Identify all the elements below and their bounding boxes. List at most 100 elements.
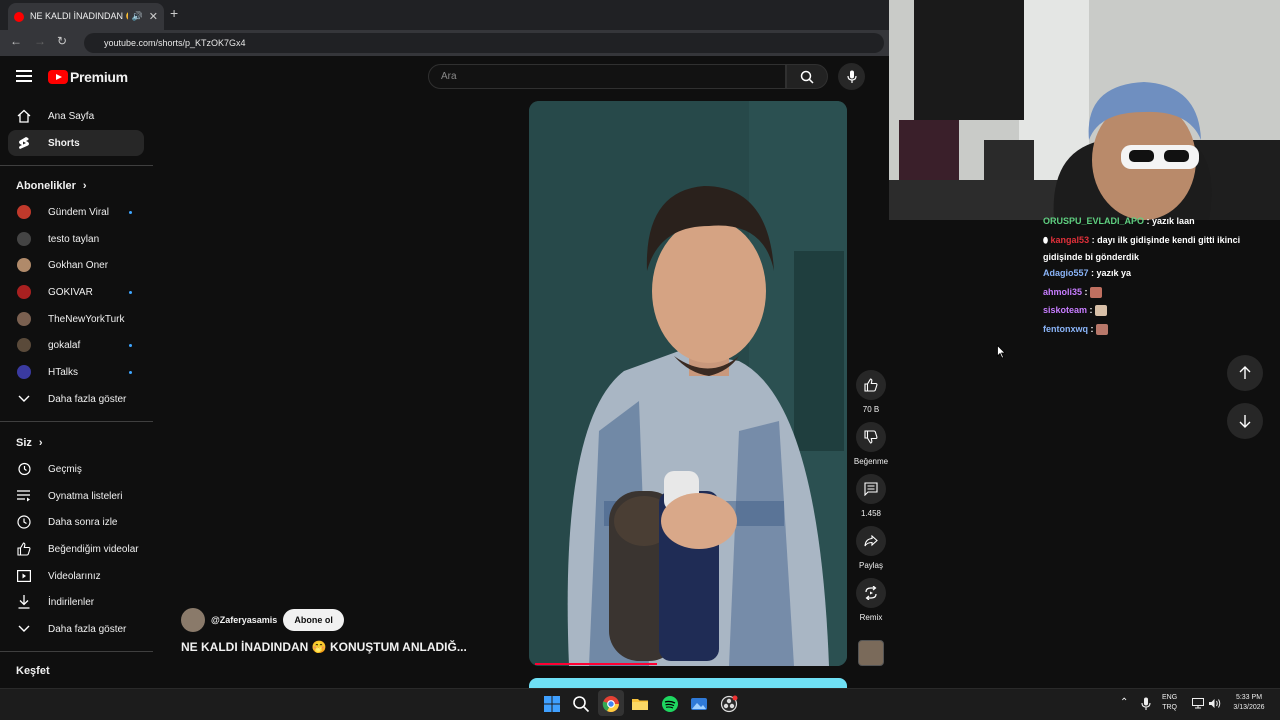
you-title: Siz bbox=[16, 437, 32, 449]
network-icon[interactable] bbox=[1192, 698, 1204, 709]
divider bbox=[0, 651, 153, 652]
sidebar-item-subscription[interactable]: Gündem Viral bbox=[8, 199, 144, 225]
arrow-down-icon bbox=[1239, 415, 1251, 428]
microphone-tray-icon[interactable] bbox=[1141, 697, 1151, 711]
language-indicator[interactable]: ENG TRQ bbox=[1162, 693, 1177, 713]
sidebar-item-subscription[interactable]: GOKIVAR bbox=[8, 279, 144, 305]
show-more-subscriptions[interactable]: Daha fazla göster bbox=[8, 386, 144, 412]
sidebar-item-label: Gündem Viral bbox=[48, 206, 109, 218]
sidebar-item-subscription[interactable]: TheNewYorkTurk bbox=[8, 306, 144, 332]
dislike-button[interactable]: Beğenme bbox=[853, 422, 889, 466]
tab-close-icon[interactable]: ✕ bbox=[149, 10, 158, 23]
next-short-button[interactable] bbox=[1227, 403, 1263, 439]
subscribe-button[interactable]: Abone ol bbox=[283, 609, 344, 631]
download-icon bbox=[16, 595, 32, 609]
video-progress-bar[interactable] bbox=[535, 663, 657, 665]
chevron-right-icon: › bbox=[82, 180, 87, 192]
sidebar-item-watch-later[interactable]: Daha sonra izle bbox=[8, 509, 144, 535]
chat-text: : bbox=[1089, 305, 1093, 315]
reload-icon[interactable]: ↻ bbox=[57, 34, 67, 48]
sidebar-item-label: gokalaf bbox=[48, 339, 81, 351]
speaker-icon[interactable]: 🔊 bbox=[132, 11, 143, 22]
menu-icon[interactable] bbox=[16, 70, 32, 85]
sidebar-item-subscription[interactable]: HTalks bbox=[8, 359, 144, 385]
forward-icon[interactable]: → bbox=[34, 34, 46, 48]
chat-message: ahmoli35 : bbox=[1043, 284, 1273, 300]
previous-short-button[interactable] bbox=[1227, 355, 1263, 391]
clock-icon bbox=[16, 515, 32, 529]
search-input[interactable]: Ara bbox=[428, 64, 786, 89]
youtube-premium-logo[interactable]: Premium bbox=[48, 69, 128, 85]
photos-app-icon[interactable] bbox=[690, 695, 708, 713]
subscriptions-heading[interactable]: Abonelikler › bbox=[16, 180, 87, 192]
back-icon[interactable]: ← bbox=[10, 34, 22, 48]
audio-thumbnail[interactable] bbox=[858, 640, 884, 666]
sidebar-item-subscription[interactable]: testo taylan bbox=[8, 226, 144, 252]
sidebar-item-home[interactable]: Ana Sayfa bbox=[8, 103, 144, 129]
comments-button[interactable]: 1.458 bbox=[855, 474, 887, 518]
thumb-up-icon bbox=[856, 370, 886, 400]
sidebar-item-history[interactable]: Geçmiş bbox=[8, 456, 144, 482]
webcam-image bbox=[889, 0, 1280, 220]
dislike-label: Beğenme bbox=[853, 457, 889, 466]
shorts-video-player[interactable] bbox=[529, 101, 847, 666]
sidebar-item-label: Gokhan Oner bbox=[48, 259, 109, 271]
new-content-dot bbox=[129, 290, 132, 294]
sidebar-item-subscription[interactable]: gokalaf bbox=[8, 332, 144, 358]
search-placeholder: Ara bbox=[441, 71, 457, 82]
sidebar-item-liked-videos[interactable]: Beğendiğim videolar bbox=[8, 536, 144, 562]
channel-avatar[interactable] bbox=[181, 608, 205, 632]
channel-avatar bbox=[17, 205, 31, 219]
channel-info: @Zaferyasamis Abone ol bbox=[181, 608, 344, 632]
url-bar[interactable]: youtube.com/shorts/p_KTzOK7Gx4 bbox=[84, 33, 884, 53]
remix-button[interactable]: Remix bbox=[855, 578, 887, 622]
video-frame bbox=[529, 101, 847, 666]
like-button[interactable]: 70 B bbox=[855, 370, 887, 414]
browser-tab[interactable]: NE KALDI İNADINDAN 🤭 K... 🔊 ✕ bbox=[8, 3, 164, 30]
sidebar-item-shorts[interactable]: Shorts bbox=[8, 130, 144, 156]
share-button[interactable]: Paylaş bbox=[855, 526, 887, 570]
sidebar-item-label: Daha fazla göster bbox=[48, 393, 127, 405]
streamer-webcam bbox=[889, 0, 1280, 220]
next-short-preview[interactable] bbox=[529, 678, 847, 688]
new-tab-button[interactable]: + bbox=[170, 5, 178, 21]
show-more-you[interactable]: Daha fazla göster bbox=[8, 616, 144, 642]
sidebar-item-downloads[interactable]: İndirilenler bbox=[8, 589, 144, 615]
taskbar-search-icon[interactable] bbox=[572, 695, 590, 713]
sidebar-item-label: Oynatma listeleri bbox=[48, 490, 123, 502]
language-code: ENG bbox=[1162, 694, 1178, 701]
sidebar-item-subscription[interactable]: Gokhan Oner bbox=[8, 252, 144, 278]
system-clock[interactable]: 5:33 PM 3/13/2026 bbox=[1228, 693, 1270, 713]
obs-icon[interactable] bbox=[720, 695, 738, 713]
sidebar-item-playlists[interactable]: Oynatma listeleri bbox=[8, 483, 144, 509]
chevron-up-icon[interactable]: ⌃ bbox=[1120, 698, 1128, 708]
divider bbox=[0, 421, 153, 422]
history-icon bbox=[16, 462, 32, 476]
sidebar-item-label: HTalks bbox=[48, 366, 79, 378]
sidebar-item-label: Daha fazla göster bbox=[48, 623, 127, 635]
you-heading[interactable]: Siz › bbox=[16, 437, 43, 449]
volume-icon[interactable] bbox=[1208, 698, 1221, 709]
home-icon bbox=[16, 109, 32, 123]
thumb-up-icon bbox=[16, 542, 32, 556]
sidebar-item-your-videos[interactable]: Videolarınız bbox=[8, 563, 144, 589]
remix-label: Remix bbox=[859, 613, 883, 622]
sidebar-item-label: GOKIVAR bbox=[48, 286, 93, 298]
channel-name[interactable]: @Zaferyasamis bbox=[211, 615, 277, 625]
video-title[interactable]: NE KALDI İNADINDAN 🤭 KONUŞTUM ANLADIĞ... bbox=[181, 640, 467, 654]
file-explorer-icon[interactable] bbox=[631, 695, 649, 713]
windows-start-icon[interactable] bbox=[543, 695, 561, 713]
voice-search-button[interactable] bbox=[838, 63, 865, 90]
chat-text: : yazık ya bbox=[1091, 268, 1132, 278]
chat-username: Adagio557 bbox=[1043, 268, 1089, 278]
search-button[interactable] bbox=[786, 64, 828, 89]
chrome-icon[interactable] bbox=[602, 695, 620, 713]
spotify-icon[interactable] bbox=[661, 695, 679, 713]
chevron-down-icon bbox=[16, 625, 32, 633]
explore-title: Keşfet bbox=[16, 665, 50, 677]
playlist-icon bbox=[16, 490, 32, 502]
chat-username: ORUSPU_EVLADI_APO bbox=[1043, 216, 1145, 226]
chevron-down-icon bbox=[16, 395, 32, 403]
new-content-dot bbox=[129, 343, 132, 347]
sidebar-item-label: İndirilenler bbox=[48, 596, 95, 608]
